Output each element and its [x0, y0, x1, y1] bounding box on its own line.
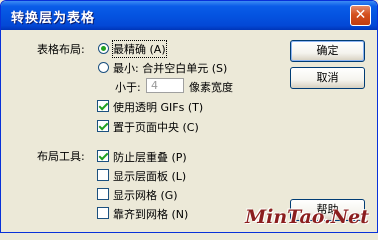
prevent-overlap-label[interactable]: 防止层重叠 (P) — [113, 149, 187, 165]
show-layer-panel-label[interactable]: 显示层面板 (L) — [113, 168, 186, 184]
prevent-overlap-checkbox[interactable] — [97, 150, 109, 162]
smallest-radio[interactable] — [98, 62, 109, 73]
center-on-page-checkbox[interactable] — [97, 120, 109, 132]
layout-tools-label: 布局工具: — [37, 150, 85, 163]
smallest-label[interactable]: 最小: 合并空白单元 (S) — [113, 60, 227, 76]
snap-to-grid-label[interactable]: 靠齐到网格 (N) — [113, 206, 188, 222]
show-grid-label[interactable]: 显示网格 (G) — [113, 187, 178, 203]
show-grid-checkbox[interactable] — [97, 188, 109, 200]
watermark: MinTao.Net — [245, 206, 369, 228]
transparent-gifs-checkbox[interactable] — [97, 100, 109, 112]
most-accurate-radio[interactable] — [98, 43, 109, 54]
less-than-input[interactable]: 4 — [146, 78, 184, 93]
show-layer-panel-checkbox[interactable] — [97, 169, 109, 181]
dialog-body: 表格布局: 最精确 (A) 最小: 合并空白单元 (S) 小于: 4 像素宽度 … — [1, 30, 377, 232]
cancel-button[interactable]: 取消 — [290, 67, 365, 89]
close-icon[interactable]: ✕ — [350, 5, 371, 26]
convert-layers-dialog: 转换层为表格 ✕ 表格布局: 最精确 (A) 最小: 合并空白单元 (S) 小于… — [0, 0, 378, 233]
table-layout-label: 表格布局: — [37, 43, 85, 56]
most-accurate-label[interactable]: 最精确 (A) — [112, 40, 167, 58]
pixels-width-label: 像素宽度 — [189, 81, 233, 94]
less-than-label: 小于: — [115, 81, 141, 94]
title-bar[interactable]: 转换层为表格 ✕ — [1, 1, 377, 30]
center-on-page-label[interactable]: 置于页面中央 (C) — [113, 119, 199, 135]
window-title: 转换层为表格 — [11, 11, 96, 26]
ok-button[interactable]: 确定 — [290, 40, 365, 62]
transparent-gifs-label[interactable]: 使用透明 GIFs (T) — [113, 99, 203, 115]
snap-to-grid-checkbox[interactable] — [97, 207, 109, 219]
